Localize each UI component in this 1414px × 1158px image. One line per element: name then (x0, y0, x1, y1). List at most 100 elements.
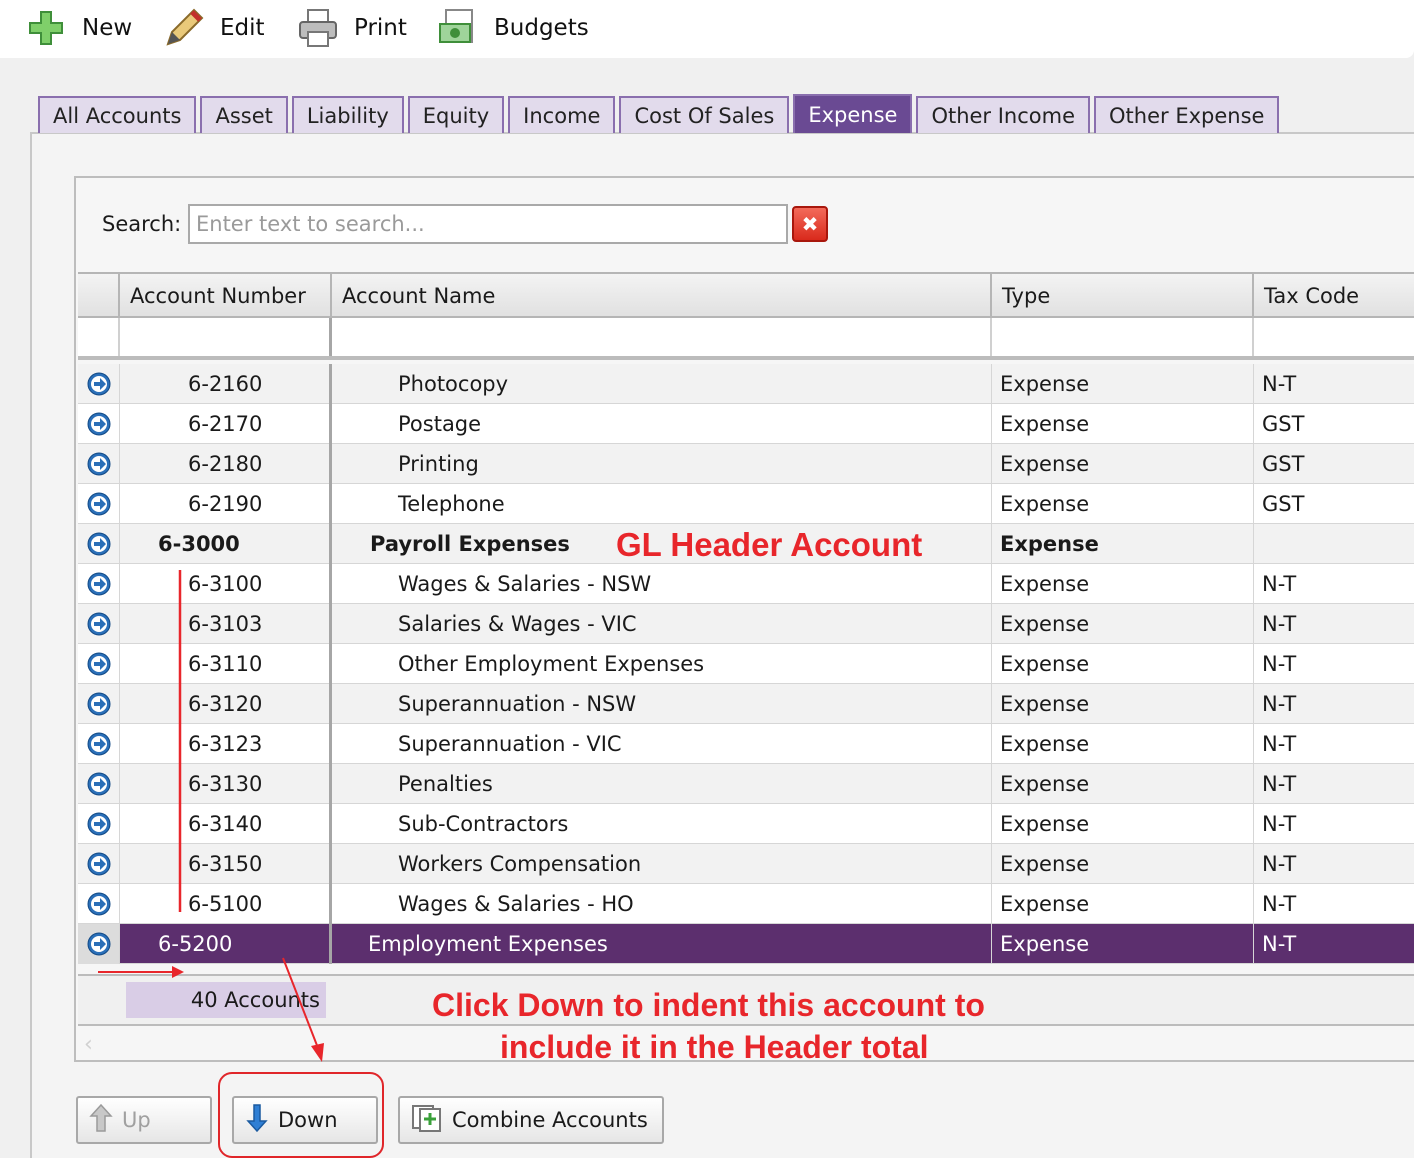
column-header-account-name[interactable]: Account Name (332, 274, 992, 318)
search-input[interactable] (188, 204, 788, 244)
close-icon: ✖ (801, 212, 819, 236)
table-row[interactable]: 6-3123 Superannuation - VIC Expense N-T (78, 724, 1414, 764)
table-row[interactable]: 6-3100 Wages & Salaries - NSW Expense N-T (78, 564, 1414, 604)
table-row[interactable]: 6-3103 Salaries & Wages - VIC Expense N-T (78, 604, 1414, 644)
type-cell: Expense (992, 524, 1254, 564)
account-number-cell: 6-3000 (120, 524, 332, 564)
account-name-cell: Sub-Contractors (332, 804, 992, 844)
table-row[interactable]: 6-3120 Superannuation - NSW Expense N-T (78, 684, 1414, 724)
tax-code-cell: N-T (1262, 772, 1297, 796)
row-arrow-icon[interactable] (78, 564, 120, 604)
pencil-icon (162, 6, 206, 50)
tax-code-cell: GST (1262, 492, 1305, 516)
tab-all-accounts[interactable]: All Accounts (38, 96, 197, 133)
account-number-cell: 6-2190 (120, 484, 332, 524)
type-cell: Expense (992, 404, 1254, 444)
table-row[interactable]: 6-5200 Employment Expenses Expense N-T (78, 924, 1414, 964)
up-label: Up (122, 1108, 151, 1132)
row-arrow-icon[interactable] (78, 404, 120, 444)
account-number-cell: 6-3123 (120, 724, 332, 764)
filter-row (78, 318, 1414, 360)
type-cell: Expense (992, 444, 1254, 484)
tab-equity[interactable]: Equity (407, 96, 505, 133)
type-cell: Expense (992, 724, 1254, 764)
filter-cell-indicator (78, 318, 120, 356)
row-arrow-icon[interactable] (78, 804, 120, 844)
plus-icon (24, 6, 68, 50)
account-number-cell: 6-5200 (120, 924, 332, 964)
up-button[interactable]: Up (76, 1096, 212, 1144)
column-header-type[interactable]: Type (992, 274, 1254, 318)
tab-asset[interactable]: Asset (200, 96, 288, 133)
table-row[interactable]: 6-3130 Penalties Expense N-T (78, 764, 1414, 804)
account-name-cell: Penalties (332, 764, 992, 804)
tax-code-cell: N-T (1262, 732, 1297, 756)
tab-other-income[interactable]: Other Income (916, 96, 1091, 133)
type-cell: Expense (992, 804, 1254, 844)
tab-cost-of-sales[interactable]: Cost Of Sales (619, 96, 790, 133)
filter-cell-account-name[interactable] (332, 318, 992, 356)
tax-code-cell: N-T (1262, 612, 1297, 636)
new-button[interactable]: New (24, 6, 132, 50)
account-name-cell: Postage (332, 404, 992, 444)
account-number-cell: 6-3140 (120, 804, 332, 844)
row-arrow-icon[interactable] (78, 844, 120, 884)
arrow-up-icon (88, 1103, 114, 1138)
print-label: Print (354, 15, 407, 41)
account-number-cell: 6-3100 (120, 564, 332, 604)
table-row[interactable]: 6-2190 Telephone Expense GST (78, 484, 1414, 524)
table-row[interactable]: 6-3110 Other Employment Expenses Expense N-… (78, 644, 1414, 684)
column-header-account-number[interactable]: Account Number (120, 274, 332, 318)
header-account-annotation: GL Header Account (616, 526, 923, 563)
tab-liability[interactable]: Liability (291, 96, 404, 133)
print-button[interactable]: Print (296, 6, 407, 50)
row-arrow-icon[interactable] (78, 524, 120, 564)
search-label: Search: (102, 212, 182, 236)
row-arrow-icon[interactable] (78, 884, 120, 924)
account-type-tabs: All Accounts Asset Liability Equity Inco… (38, 94, 1283, 133)
row-arrow-icon[interactable] (78, 724, 120, 764)
account-count: 40 Accounts (126, 982, 326, 1018)
filter-cell-account-number[interactable] (120, 318, 332, 356)
tab-income[interactable]: Income (508, 96, 616, 133)
row-arrow-icon[interactable] (78, 924, 120, 964)
combine-accounts-button[interactable]: Combine Accounts (398, 1096, 664, 1144)
down-annotation-line2: include it in the Header total (500, 1029, 929, 1065)
clear-search-button[interactable]: ✖ (792, 206, 828, 242)
type-cell: Expense (992, 684, 1254, 724)
row-arrow-icon[interactable] (78, 484, 120, 524)
row-arrow-icon[interactable] (78, 764, 120, 804)
type-cell: Expense (992, 764, 1254, 804)
down-button-highlight (218, 1072, 384, 1158)
scroll-left-icon[interactable]: ‹ (84, 1032, 93, 1057)
table-row[interactable]: 6-2180 Printing Expense GST (78, 444, 1414, 484)
account-number-cell: 6-3103 (120, 604, 332, 644)
filter-cell-type[interactable] (992, 318, 1254, 356)
account-name-cell: Superannuation - VIC (332, 724, 992, 764)
tab-expense[interactable]: Expense (793, 94, 913, 133)
row-arrow-icon[interactable] (78, 604, 120, 644)
filter-cell-tax-code[interactable] (1254, 318, 1414, 356)
tax-code-cell: N-T (1262, 652, 1297, 676)
row-arrow-icon[interactable] (78, 684, 120, 724)
table-row[interactable]: 6-2170 Postage Expense GST (78, 404, 1414, 444)
row-arrow-icon[interactable] (78, 364, 120, 404)
type-cell: Expense (992, 884, 1254, 924)
account-number-cell: 6-3120 (120, 684, 332, 724)
tab-other-expense[interactable]: Other Expense (1094, 96, 1280, 133)
row-arrow-icon[interactable] (78, 644, 120, 684)
table-row[interactable]: 6-5100 Wages & Salaries - HO Expense N-T (78, 884, 1414, 924)
table-row[interactable]: 6-2160 Photocopy Expense N-T (78, 364, 1414, 404)
type-cell: Expense (992, 364, 1254, 404)
budgets-button[interactable]: Budgets (436, 6, 589, 50)
grid-header: Account Number Account Name Type Tax Cod… (78, 272, 1414, 318)
edit-button[interactable]: Edit (162, 6, 265, 50)
table-row[interactable]: 6-3140 Sub-Contractors Expense N-T (78, 804, 1414, 844)
account-number-cell: 6-2180 (120, 444, 332, 484)
column-header-tax-code[interactable]: Tax Code (1254, 274, 1414, 318)
type-cell: Expense (992, 484, 1254, 524)
row-arrow-icon[interactable] (78, 444, 120, 484)
table-row[interactable]: 6-3150 Workers Compensation Expense N-T (78, 844, 1414, 884)
indicator-column-header (78, 274, 120, 318)
tax-code-cell: N-T (1262, 372, 1297, 396)
